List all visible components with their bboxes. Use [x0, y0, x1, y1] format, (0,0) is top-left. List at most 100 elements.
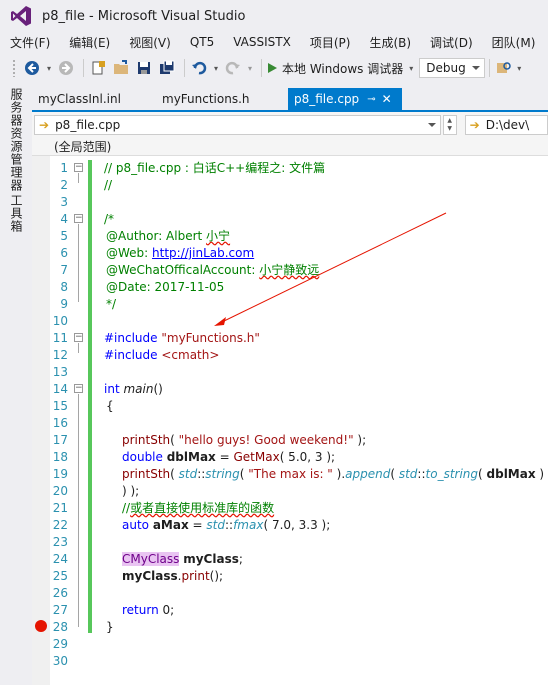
navigation-bar: ➔ p8_file.cpp ▲ ▼ ➔ D:\dev\ — [32, 112, 548, 138]
code-line: #include <cmath> — [104, 348, 220, 362]
file-navigation-dropdown[interactable]: ➔ p8_file.cpp — [34, 115, 441, 135]
code-line: auto aMax = std::fmax( 7.0, 3.3 ); — [122, 518, 331, 532]
code-line: double dblMax = GetMax( 5.0, 3 ); — [122, 450, 336, 464]
chevron-up-icon: ▲ — [447, 117, 452, 124]
code-line: myClass.print(); — [122, 569, 224, 583]
run-dropdown-icon[interactable]: ▾ — [409, 64, 413, 73]
back-dropdown-button[interactable]: ▾ — [45, 58, 53, 78]
left-tool-strip: 服务器资源管理器 工具箱 — [0, 86, 32, 685]
tab-myclassinl[interactable]: myClassInl.inl — [32, 88, 156, 110]
toolbar-separator — [184, 59, 185, 77]
menu-build[interactable]: 生成(B) — [369, 34, 411, 51]
code-line: // p8_file.cpp : 白话C++编程之: 文件篇 — [104, 161, 326, 175]
line-number: 24 — [52, 552, 68, 566]
redo-button[interactable] — [223, 58, 243, 78]
forward-button[interactable] — [56, 58, 76, 78]
new-project-icon — [92, 61, 105, 75]
find-in-files-icon — [497, 62, 511, 73]
web-link[interactable]: http://jinLab.com — [152, 246, 254, 260]
tab-myfunctions[interactable]: myFunctions.h — [156, 88, 288, 110]
line-number: 27 — [52, 603, 68, 617]
line-number: 9 — [60, 297, 68, 311]
fold-toggle-icon[interactable]: − — [74, 214, 83, 223]
line-number: 20 — [52, 484, 68, 498]
menu-team[interactable]: 团队(M) — [492, 34, 536, 51]
redo-dropdown-button[interactable]: ▾ — [246, 58, 254, 78]
fold-guide — [78, 394, 79, 627]
toolbar-overflow-icon[interactable]: ▾ — [517, 64, 521, 73]
menu-file[interactable]: 文件(F) — [10, 34, 50, 51]
code-line: } — [106, 620, 114, 634]
line-number: 15 — [52, 399, 68, 413]
open-file-button[interactable] — [111, 58, 131, 78]
code-line: return 0; — [122, 603, 175, 617]
menu-edit[interactable]: 编辑(E) — [69, 34, 110, 51]
save-all-button[interactable] — [157, 58, 177, 78]
menu-project[interactable]: 项目(P) — [310, 34, 351, 51]
code-line: int main() — [104, 382, 163, 396]
line-number: 1 — [60, 161, 68, 175]
menu-qt5[interactable]: QT5 — [190, 35, 214, 49]
solution-configuration-dropdown[interactable]: Debug — [419, 58, 486, 78]
scope-bar: (全局范围) — [32, 138, 548, 156]
code-line: #include "myFunctions.h" — [104, 331, 260, 345]
tab-label: p8_file.cpp — [294, 92, 360, 106]
code-line: //或者直接使用标准库的函数 — [122, 501, 275, 515]
line-number: 21 — [52, 501, 68, 515]
line-number: 10 — [52, 314, 68, 328]
code-line: printSth( "hello guys! Good weekend!" ); — [122, 433, 367, 447]
code-line: @Date: 2017-11-05 — [106, 280, 225, 294]
run-label: 本地 Windows 调试器 — [282, 61, 404, 76]
fold-toggle-icon[interactable]: − — [74, 163, 83, 172]
fold-toggle-icon[interactable]: − — [74, 333, 83, 342]
chevron-down-icon: ▼ — [447, 125, 452, 132]
fold-toggle-icon[interactable]: − — [74, 384, 83, 393]
code-editor[interactable]: 1 2 3 4 5 6 7 8 9 10 11 12 13 14 15 16 1… — [32, 156, 548, 685]
fold-guide — [78, 173, 79, 183]
line-number: 2 — [60, 178, 68, 192]
close-icon[interactable]: ✕ — [382, 92, 392, 106]
code-line: printSth( std::string( "The max is: " ).… — [122, 467, 545, 498]
line-number: 7 — [60, 263, 68, 277]
code-line: /* — [104, 212, 115, 226]
start-debugging-button[interactable]: 本地 Windows 调试器 — [266, 60, 403, 77]
save-button[interactable] — [134, 58, 154, 78]
toolbar-grip[interactable] — [12, 59, 16, 77]
server-explorer-tab[interactable]: 服务器资源管理器 — [8, 88, 25, 192]
line-number: 29 — [52, 637, 68, 651]
toolbox-tab[interactable]: 工具箱 — [8, 194, 25, 233]
undo-icon — [192, 61, 207, 75]
code-line: @Author: Albert 小宁 — [106, 229, 231, 243]
standard-toolbar: ▾ ▾ ▾ 本地 Windows 调试器 ▾ Debug ▾ — [0, 54, 548, 82]
new-project-button[interactable] — [88, 58, 108, 78]
goto-arrow-icon: ➔ — [469, 118, 480, 132]
redo-icon — [225, 61, 240, 75]
tab-p8-file[interactable]: p8_file.cpp ⊸ ✕ — [288, 88, 402, 110]
line-number: 23 — [52, 535, 68, 549]
nav-spin-buttons[interactable]: ▲ ▼ — [442, 115, 457, 135]
line-number: 18 — [52, 450, 68, 464]
menu-vassistx[interactable]: VASSISTX — [233, 35, 291, 49]
fold-guide — [78, 343, 79, 353]
back-button[interactable] — [22, 58, 42, 78]
menu-debug[interactable]: 调试(D) — [430, 34, 473, 51]
line-number: 4 — [60, 212, 68, 226]
nav-file-value: p8_file.cpp — [55, 118, 121, 132]
find-in-files-button[interactable] — [494, 58, 514, 78]
code-line: { — [106, 399, 114, 413]
pin-icon[interactable]: ⊸ — [367, 94, 375, 105]
toolbar-separator — [489, 59, 491, 77]
undo-button[interactable] — [189, 58, 209, 78]
undo-dropdown-button[interactable]: ▾ — [212, 58, 220, 78]
line-number: 12 — [52, 348, 68, 362]
line-number: 17 — [52, 433, 68, 447]
menu-view[interactable]: 视图(V) — [129, 34, 171, 51]
scope-value[interactable]: (全局范围) — [54, 138, 111, 155]
member-navigation-dropdown[interactable]: ➔ D:\dev\ — [464, 115, 548, 135]
play-icon — [268, 63, 277, 73]
fold-guide — [78, 224, 79, 302]
line-number: 3 — [60, 195, 68, 209]
window-title: p8_file - Microsoft Visual Studio — [42, 8, 246, 24]
line-number: 13 — [52, 365, 68, 379]
code-line: // — [104, 178, 113, 192]
